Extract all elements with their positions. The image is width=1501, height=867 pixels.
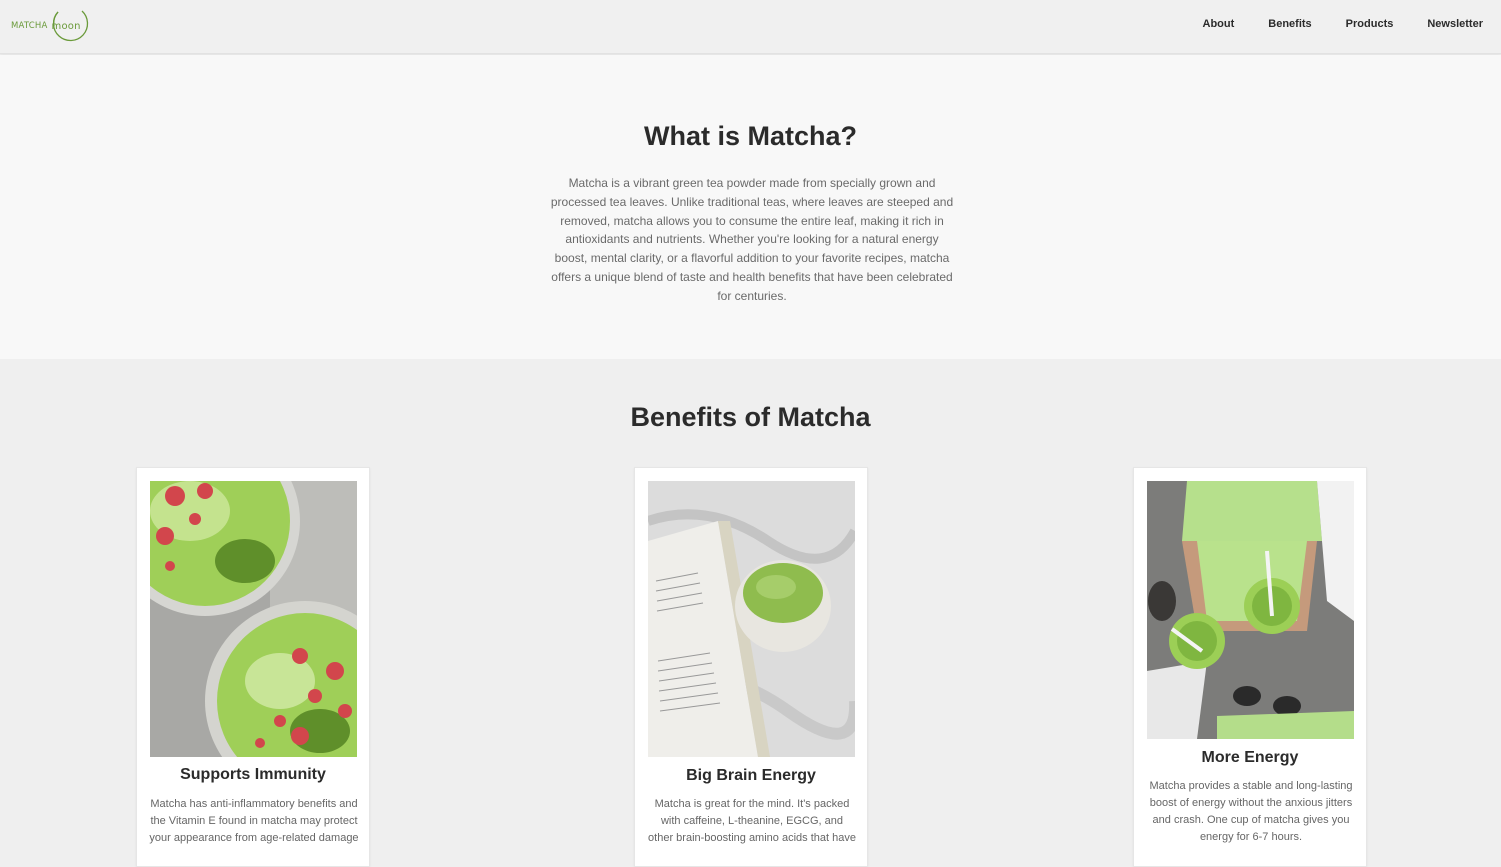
card-text: Matcha provides a stable and long-lastin…	[1149, 780, 1353, 843]
what-is-matcha-section: What is Matcha? Matcha is a vibrant gree…	[0, 55, 1501, 359]
logo-text-matcha: MATCHA	[11, 21, 48, 31]
main-nav: About Benefits Products Newsletter	[1169, 18, 1484, 30]
benefit-card-energy: More Energy Matcha provides a stable and…	[1133, 467, 1367, 867]
card-title: Supports Immunity	[180, 766, 326, 783]
moon-icon	[52, 10, 89, 42]
intro-body: Matcha is a vibrant green tea powder mad…	[550, 176, 954, 303]
site-header: MATCHA moon About Benefits Products News…	[0, 0, 1501, 54]
card-title: Big Brain Energy	[686, 767, 816, 784]
card-text: Matcha is great for the mind. It's packe…	[648, 798, 856, 844]
matcha-strawberry-photo	[150, 481, 357, 757]
nav-products[interactable]: Products	[1346, 18, 1394, 30]
benefit-card-immunity: Supports Immunity Matcha has anti-inflam…	[136, 467, 370, 867]
matcha-moon-logo[interactable]: MATCHA moon	[11, 7, 91, 45]
intro-title: What is Matcha?	[643, 121, 858, 151]
nav-benefits[interactable]: Benefits	[1268, 18, 1311, 30]
nav-newsletter[interactable]: Newsletter	[1427, 18, 1483, 30]
matcha-drinks-photo	[1147, 481, 1354, 739]
matcha-book-photo	[648, 481, 855, 757]
benefits-title: Benefits of Matcha	[630, 402, 871, 432]
card-title: More Energy	[1201, 749, 1299, 766]
card-text: Matcha has anti-inflammatory benefits an…	[149, 798, 359, 844]
benefit-card-brain: Big Brain Energy Matcha is great for the…	[634, 467, 868, 867]
nav-about[interactable]: About	[1203, 18, 1235, 30]
